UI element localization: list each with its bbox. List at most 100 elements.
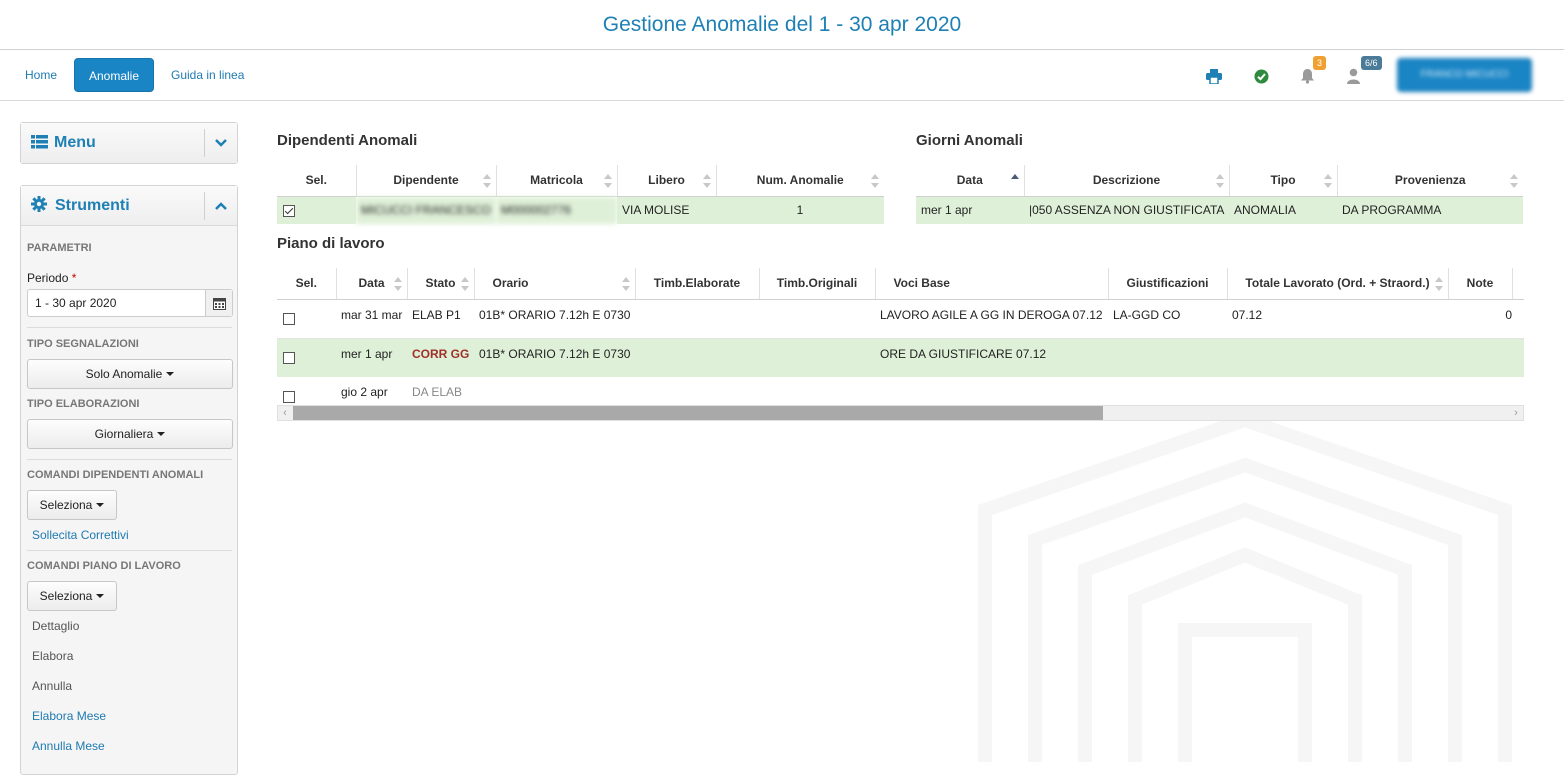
chevron-up-icon[interactable] — [204, 192, 237, 220]
col-provenienza[interactable]: Provenienza — [1336, 165, 1523, 197]
col-tipo[interactable]: Tipo — [1228, 165, 1337, 197]
seleziona-dipendenti-dropdown[interactable]: Seleziona — [27, 490, 117, 520]
caret-down-icon — [96, 503, 105, 507]
sort-icon[interactable] — [460, 277, 469, 291]
piano-table: Sel. Data Stato Orario Timb.Elaborate Ti… — [277, 268, 1524, 406]
elabora-mese-link[interactable]: Elabora Mese — [32, 709, 106, 723]
table-row[interactable]: mer 1 apr CORR GG 01B* ORARIO 7.12h E 07… — [277, 338, 1524, 377]
nav-home[interactable]: Home — [15, 58, 67, 92]
user-icon[interactable] — [1343, 66, 1363, 86]
col-data[interactable]: Data — [916, 165, 1024, 197]
sort-icon[interactable] — [702, 174, 711, 188]
menu-panel-header[interactable]: Menu — [21, 123, 237, 163]
sort-icon[interactable] — [1434, 277, 1443, 291]
notifications-badge: 3 — [1313, 56, 1327, 70]
scroll-thumb[interactable] — [293, 406, 1103, 420]
row-checkbox[interactable] — [283, 352, 295, 365]
col-matricola[interactable]: Matricola — [495, 165, 617, 197]
descrizione-cell: |050 ASSENZA NON GIUSTIFICATA — [1024, 196, 1229, 224]
extra-cell — [1512, 338, 1524, 377]
sort-icon[interactable] — [1510, 174, 1518, 188]
data-cell: mer 1 apr — [336, 338, 407, 377]
giornaliera-dropdown[interactable]: Giornaliera — [27, 419, 233, 449]
table-row[interactable]: mer 1 apr |050 ASSENZA NON GIUSTIFICATA … — [916, 196, 1523, 224]
periodo-field[interactable]: 1 - 30 apr 2020 — [27, 289, 233, 317]
timb-elaborate-cell — [635, 377, 759, 406]
col-descrizione[interactable]: Descrizione — [1023, 165, 1229, 197]
note-cell: 0 — [1505, 307, 1512, 322]
col-libero[interactable]: Libero — [616, 165, 716, 197]
sort-icon[interactable] — [393, 277, 402, 291]
divider — [27, 550, 232, 551]
print-icon[interactable] — [1204, 66, 1224, 86]
nav-bar: Home Anomalie Guida in linea 3 6/6 FRANC… — [0, 51, 1564, 101]
sort-icon[interactable] — [1323, 174, 1332, 188]
caret-down-icon — [96, 594, 105, 598]
sollecita-correttivi-link[interactable]: Sollecita Correttivi — [32, 528, 129, 542]
table-row[interactable]: gio 2 apr DA ELAB — [277, 377, 1524, 406]
sort-asc-icon[interactable] — [1010, 174, 1019, 188]
sort-icon[interactable] — [603, 174, 612, 188]
voci-base-cell — [875, 377, 1108, 406]
col-num-anomalie[interactable]: Num. Anomalie — [715, 165, 884, 197]
menu-label: Menu — [54, 134, 96, 151]
giustificazioni-cell — [1108, 338, 1227, 377]
periodo-value[interactable]: 1 - 30 apr 2020 — [35, 296, 116, 310]
nav-anomalie[interactable]: Anomalie — [74, 58, 154, 92]
col-dipendente[interactable]: Dipendente — [355, 165, 496, 197]
sort-icon[interactable] — [621, 277, 630, 291]
col-timb-originali: Timb.Originali — [758, 268, 875, 300]
col-stato[interactable]: Stato — [406, 268, 474, 300]
calendar-icon[interactable] — [205, 290, 232, 316]
col-extra — [1511, 268, 1524, 300]
solo-anomalie-dropdown[interactable]: Solo Anomalie — [27, 359, 233, 389]
note-cell — [1448, 377, 1512, 406]
check-circle-icon[interactable] — [1251, 66, 1271, 86]
col-data[interactable]: Data — [335, 268, 407, 300]
row-select-cell[interactable] — [277, 377, 336, 406]
dipendente-cell: MICUCCI FRANCESCO — [356, 196, 496, 224]
row-checkbox[interactable] — [283, 390, 295, 403]
user-menu-button[interactable]: FRANCO MICUCCI — [1397, 58, 1532, 92]
col-voci-base: Voci Base — [874, 268, 1108, 300]
table-header-row: Data Descrizione Tipo Provenienza — [916, 165, 1523, 197]
tipo-elaborazioni-heading: TIPO ELABORAZIONI — [27, 398, 140, 410]
piano-title: Piano di lavoro — [277, 235, 385, 252]
row-checkbox[interactable] — [283, 313, 295, 326]
matricola-cell: M000002776 — [496, 196, 617, 224]
table-header-row: Sel. Data Stato Orario Timb.Elaborate Ti… — [277, 268, 1524, 300]
chevron-down-icon[interactable] — [204, 129, 237, 157]
annulla-link[interactable]: Annulla — [32, 679, 72, 693]
col-note: Note — [1447, 268, 1512, 300]
libero-cell: VIA MOLISE — [617, 196, 716, 224]
horizontal-scrollbar[interactable]: ‹ › — [277, 405, 1524, 421]
col-orario[interactable]: Orario — [473, 268, 635, 300]
elabora-link[interactable]: Elabora — [32, 649, 73, 663]
scroll-left-icon[interactable]: ‹ — [278, 406, 292, 420]
voci-base-cell: LAVORO AGILE A GG IN DEROGA 07.12 — [880, 307, 1103, 322]
row-select-cell[interactable] — [277, 338, 336, 377]
nav-guida[interactable]: Guida in linea — [161, 58, 254, 92]
table-row[interactable]: MICUCCI FRANCESCO M000002776 VIA MOLISE … — [277, 196, 884, 224]
note-cell — [1448, 338, 1512, 377]
annulla-mese-link[interactable]: Annulla Mese — [32, 739, 105, 753]
tipo-segnalazioni-heading: TIPO SEGNALAZIONI — [27, 338, 139, 350]
data-cell: mar 31 mar — [341, 307, 403, 322]
sort-icon[interactable] — [1215, 174, 1224, 188]
sort-icon[interactable] — [482, 174, 491, 188]
row-select-cell[interactable] — [277, 299, 336, 338]
row-checkbox[interactable] — [283, 205, 295, 218]
stato-cell: ELAB P1 — [412, 307, 461, 322]
seleziona-piano-dropdown[interactable]: Seleziona — [27, 581, 117, 611]
periodo-label: Periodo * — [27, 271, 77, 285]
scroll-right-icon[interactable]: › — [1509, 406, 1523, 420]
col-totale-lavorato[interactable]: Totale Lavorato (Ord. + Straord.) — [1226, 268, 1448, 300]
strumenti-panel-header[interactable]: Strumenti — [21, 186, 237, 226]
table-row[interactable]: mar 31 mar ELAB P1 01B* ORARIO 7.12h E 0… — [277, 299, 1524, 338]
dettaglio-link[interactable]: Dettaglio — [32, 619, 79, 633]
title-bar: Gestione Anomalie del 1 - 30 apr 2020 — [0, 0, 1564, 50]
row-select-cell[interactable] — [277, 196, 356, 224]
required-marker: * — [71, 271, 77, 285]
gear-icon — [31, 196, 47, 215]
sort-icon[interactable] — [871, 174, 879, 188]
